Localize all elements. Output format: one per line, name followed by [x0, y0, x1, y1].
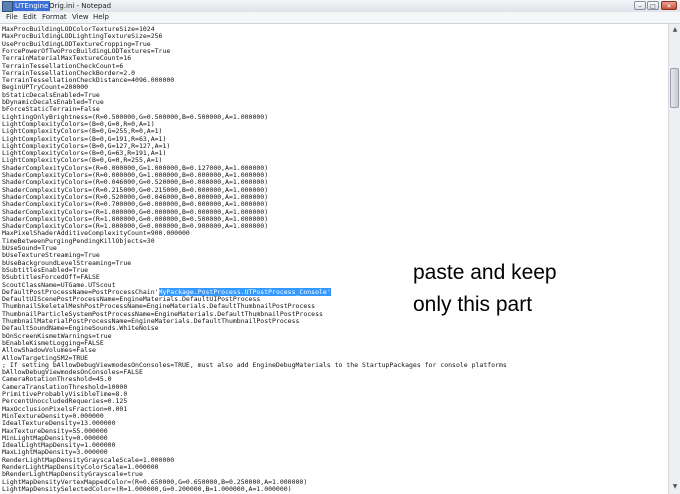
window-title: Orig.ini - Notepad — [49, 2, 112, 10]
taskbar-app-label: UTEngine — [13, 1, 51, 11]
menu-bar: File Edit Format View Help — [0, 12, 680, 24]
menu-view[interactable]: View — [72, 12, 89, 23]
notepad-window: UTEngine Orig.ini - Notepad – □ ✕ File E… — [0, 0, 680, 494]
text-editor-area[interactable]: MaxProcBuildingLODColorTextureSize=1024 M… — [0, 24, 668, 494]
annotation-text: paste and keep only this part — [413, 261, 557, 316]
notepad-app-icon[interactable] — [2, 1, 13, 12]
minimize-button[interactable]: – — [634, 1, 646, 10]
scroll-thumb[interactable] — [670, 68, 679, 108]
scroll-up-icon[interactable]: ▲ — [670, 25, 680, 35]
scroll-down-icon[interactable]: ▼ — [670, 482, 680, 492]
text-line[interactable]: LightMapDensitySelectedColor=(R=1.000000… — [2, 485, 292, 493]
menu-format[interactable]: Format — [42, 12, 67, 23]
menu-edit[interactable]: Edit — [23, 12, 37, 23]
vertical-scrollbar[interactable]: ▲ ▼ — [668, 24, 680, 494]
close-button[interactable]: ✕ — [661, 1, 677, 10]
menu-help[interactable]: Help — [93, 12, 109, 23]
maximize-button[interactable]: □ — [647, 1, 659, 10]
menu-file[interactable]: File — [6, 12, 18, 23]
